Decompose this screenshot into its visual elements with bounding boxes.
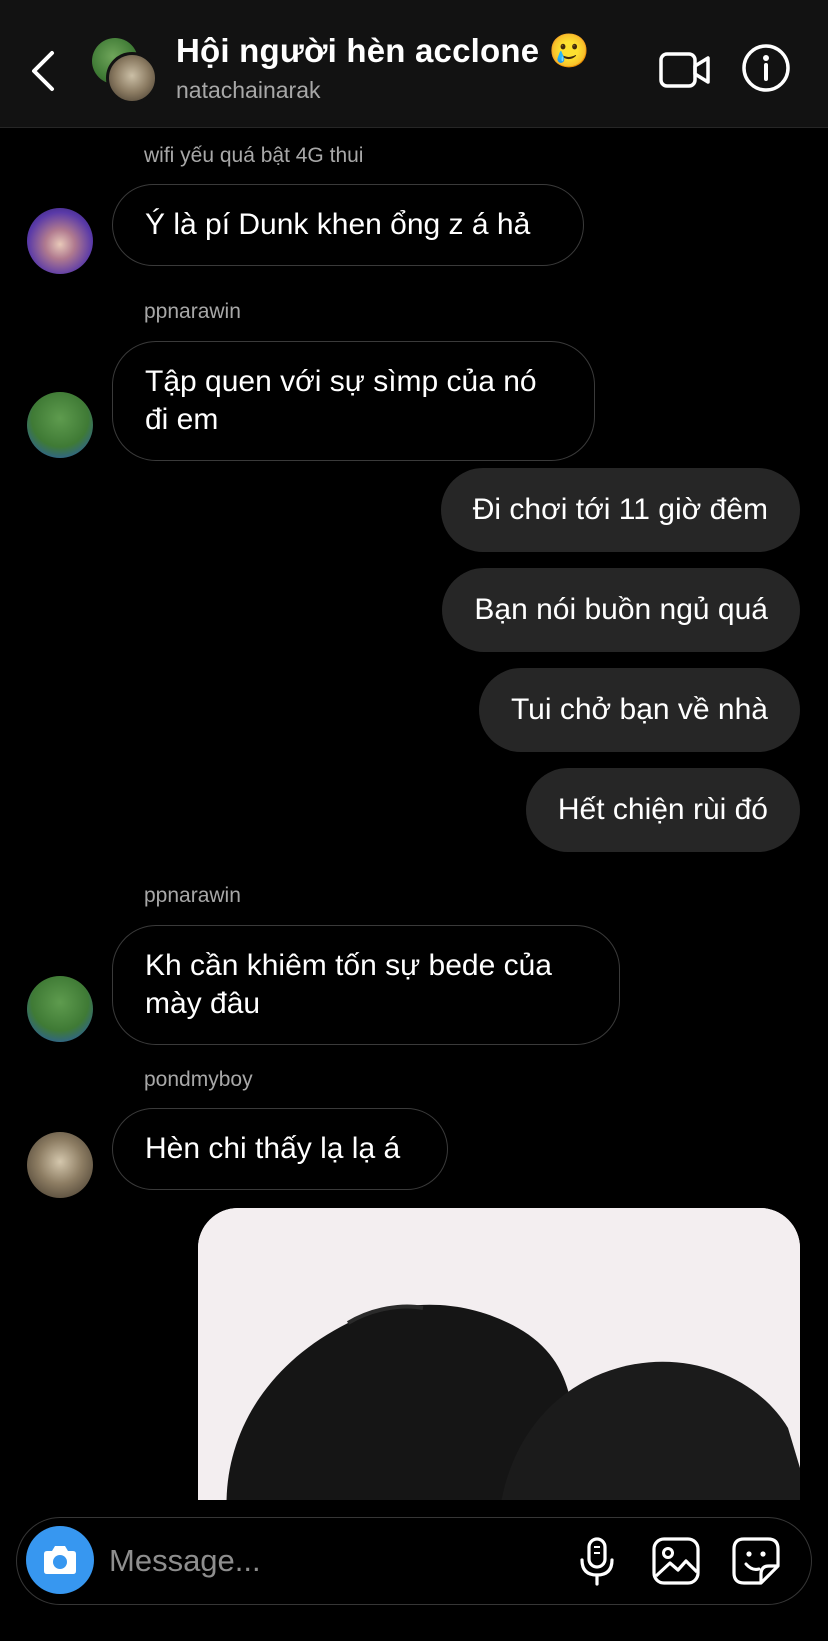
sender-name: ppnarawin — [144, 300, 241, 323]
info-icon — [742, 44, 790, 92]
outgoing-message[interactable]: Bạn nói buồn ngủ quá — [442, 568, 800, 652]
camera-button[interactable] — [26, 1526, 94, 1594]
microphone-icon — [580, 1537, 614, 1586]
thread-header: Hội người hèn acclone 🥲 natachainarak — [0, 0, 828, 128]
thread-title: Hội người hèn acclone 🥲 — [176, 32, 590, 69]
outgoing-message[interactable]: Hết chiện rùi đó — [525, 768, 800, 852]
message-list[interactable]: wifi yếu quá bật 4G thui Ý là pí Dunk kh… — [0, 128, 828, 1500]
gallery-icon — [652, 1537, 700, 1585]
sender-name: pondmyboy — [144, 1068, 253, 1091]
incoming-message[interactable]: Kh cần khiêm tốn sự bede của mày đâu — [112, 925, 620, 1045]
message-composer — [16, 1517, 812, 1605]
outgoing-message[interactable]: Đi chơi tới 11 giờ đêm — [440, 468, 800, 552]
thread-title-block[interactable]: Hội người hèn acclone 🥲 natachainarak — [176, 32, 590, 104]
sticker-icon — [732, 1537, 780, 1585]
chevron-left-icon — [32, 51, 54, 91]
info-button[interactable] — [740, 42, 792, 94]
thread-subtitle: natachainarak — [176, 77, 321, 103]
shared-photo[interactable] — [198, 1208, 800, 1500]
message-input[interactable] — [109, 1534, 529, 1588]
video-call-button[interactable] — [658, 46, 712, 94]
sender-name: ppnarawin — [144, 884, 241, 907]
sender-avatar[interactable] — [27, 1132, 93, 1198]
video-camera-icon — [659, 52, 710, 88]
sender-name: wifi yếu quá bật 4G thui — [144, 144, 364, 167]
group-avatar[interactable] — [92, 38, 158, 104]
voice-message-button[interactable] — [577, 1536, 617, 1588]
dm-thread-screen: Hội người hèn acclone 🥲 natachainarak wi… — [0, 0, 828, 1641]
incoming-message[interactable]: Tập quen với sự sìmp của nó đi em — [112, 341, 595, 461]
incoming-message[interactable]: Hèn chi thấy lạ lạ á — [112, 1108, 448, 1190]
sticker-button[interactable] — [731, 1536, 781, 1586]
gallery-button[interactable] — [651, 1536, 701, 1586]
sender-avatar[interactable] — [27, 392, 93, 458]
member-avatar — [106, 52, 158, 104]
camera-icon — [44, 1546, 76, 1574]
sender-avatar[interactable] — [27, 976, 93, 1042]
incoming-message[interactable]: Ý là pí Dunk khen ổng z á hả — [112, 184, 584, 266]
sender-avatar[interactable] — [27, 208, 93, 274]
photo-content — [198, 1208, 800, 1500]
back-button[interactable] — [26, 44, 70, 98]
outgoing-message[interactable]: Tui chở bạn về nhà — [478, 668, 800, 752]
